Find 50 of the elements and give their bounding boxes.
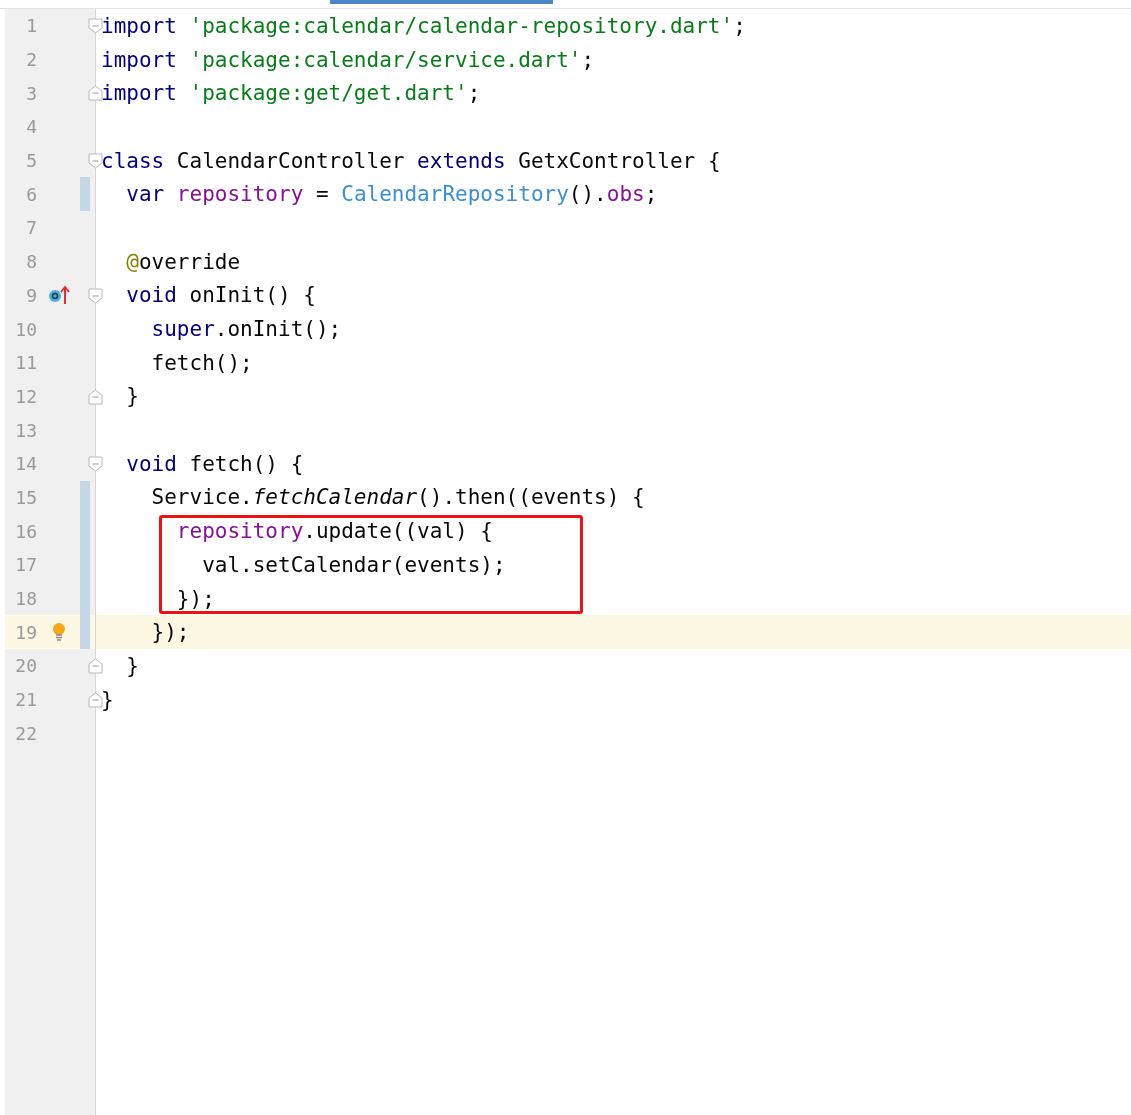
line-number: 12 <box>14 385 37 407</box>
code-line: } <box>125 384 139 409</box>
lightbulb-icon[interactable] <box>51 622 66 643</box>
code-line: import 'package:calendar/service.dart'; <box>101 47 595 72</box>
line-number: 18 <box>14 588 37 610</box>
code-line: class CalendarController extends GetxController { <box>101 148 721 173</box>
code-line: repository.update((val) { <box>175 519 493 544</box>
line-number: 15 <box>14 486 37 508</box>
code-line: } <box>101 687 114 712</box>
fold-end-marker[interactable] <box>88 85 103 102</box>
line-number: 16 <box>14 520 37 542</box>
line-number: 21 <box>14 689 37 711</box>
line-number: 17 <box>14 554 37 576</box>
line-number: 19 <box>14 621 37 643</box>
line-number: 22 <box>14 722 37 744</box>
code-line: } <box>125 653 139 678</box>
line-number: 1 <box>25 15 37 37</box>
line-number: 14 <box>14 453 37 475</box>
line-number: 8 <box>25 251 37 273</box>
fold-marker[interactable] <box>88 455 103 472</box>
code-line: @override <box>125 249 241 274</box>
override-method-icon[interactable] <box>47 285 70 306</box>
line-number: 7 <box>25 217 37 239</box>
code-line: Service.fetchCalendar().then((events) { <box>150 485 645 510</box>
fold-marker[interactable] <box>88 152 103 169</box>
line-number: 4 <box>25 116 37 138</box>
code-line: super.onInit(); <box>150 317 342 342</box>
line-number: 5 <box>25 150 37 172</box>
line-number: 13 <box>14 419 37 441</box>
line-number: 3 <box>25 82 37 104</box>
code-line: void fetch() { <box>125 451 304 476</box>
code-line: void onInit() { <box>125 283 316 308</box>
code-line: import 'package:get/get.dart'; <box>101 81 481 106</box>
line-number: 9 <box>25 284 37 306</box>
code-line: }); <box>175 586 215 611</box>
code-line: fetch(); <box>150 350 253 375</box>
fold-marker[interactable] <box>88 18 103 34</box>
line-number: 6 <box>25 183 37 205</box>
code-line: }); <box>150 620 190 645</box>
line-number: 2 <box>25 49 37 71</box>
code-line: var repository = CalendarRepository().obs; <box>125 182 658 207</box>
code-line: val.setCalendar(events); <box>201 552 506 577</box>
fold-marker[interactable] <box>88 287 103 304</box>
fold-end-marker[interactable] <box>88 691 103 708</box>
line-number: 11 <box>14 352 37 374</box>
fold-end-marker[interactable] <box>88 388 103 405</box>
fold-end-marker[interactable] <box>88 658 103 675</box>
code-line: import 'package:calendar/calendar-repository.dart'; <box>101 13 746 38</box>
line-number: 20 <box>14 655 37 677</box>
line-number: 10 <box>14 318 37 340</box>
